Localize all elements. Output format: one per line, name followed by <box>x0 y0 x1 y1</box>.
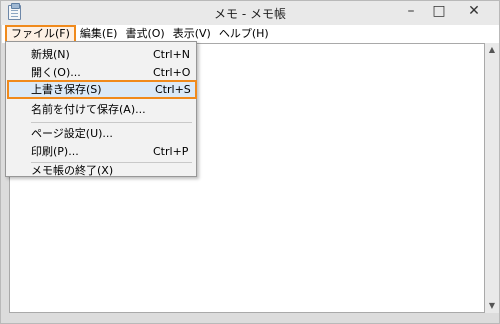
menu-separator <box>31 162 192 163</box>
menu-item-label: 新規(N) <box>31 48 70 61</box>
menu-item-label: ページ設定(U)... <box>31 127 113 140</box>
menu-item-new[interactable]: 新規(N) Ctrl+N <box>9 45 193 64</box>
file-menu-dropdown: 新規(N) Ctrl+N 開く(O)... Ctrl+O 上書き保存(S) Ct… <box>5 41 197 177</box>
menu-item-save-as[interactable]: 名前を付けて保存(A)... <box>9 100 193 119</box>
menu-item-label: 上書き保存(S) <box>31 83 102 96</box>
menu-item-shortcut: Ctrl+S <box>155 83 191 96</box>
menu-item-save[interactable]: 上書き保存(S) Ctrl+S <box>7 80 197 99</box>
menu-item-label: メモ帳の終了(X) <box>31 164 114 177</box>
menu-item-shortcut: Ctrl+N <box>153 48 191 61</box>
scroll-up-arrow-icon[interactable]: ▲ <box>485 43 499 57</box>
vertical-scrollbar[interactable]: ▲ ▼ <box>485 43 499 313</box>
maximize-button[interactable]: □ <box>425 1 453 23</box>
close-button[interactable]: ✕ <box>453 1 495 23</box>
title-bar: メモ - メモ帳 – □ ✕ <box>1 1 499 25</box>
menu-item-print[interactable]: 印刷(P)... Ctrl+P <box>9 142 193 161</box>
menu-item-label: 印刷(P)... <box>31 145 79 158</box>
menu-item-label: 名前を付けて保存(A)... <box>31 103 146 116</box>
window-controls: – □ ✕ <box>397 1 495 23</box>
menu-item-page-setup[interactable]: ページ設定(U)... <box>9 124 193 143</box>
scroll-down-arrow-icon[interactable]: ▼ <box>485 299 499 313</box>
menu-item-shortcut: Ctrl+P <box>153 145 189 158</box>
menu-separator <box>31 122 192 123</box>
menu-item-exit[interactable]: メモ帳の終了(X) <box>9 164 193 178</box>
notepad-window: メモ - メモ帳 – □ ✕ ファイル(F) 編集(E) 書式(O) 表示(V)… <box>0 0 500 324</box>
menu-help[interactable]: ヘルプ(H) <box>215 25 273 43</box>
minimize-button[interactable]: – <box>397 1 425 23</box>
